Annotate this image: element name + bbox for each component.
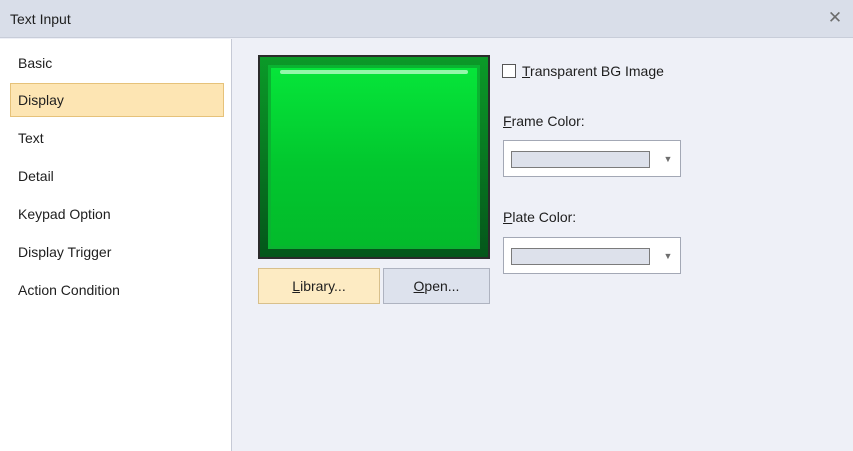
library-label: ibrary...: [300, 278, 346, 294]
preview-frame: [260, 57, 488, 257]
frame-color-mnemonic: F: [503, 113, 512, 129]
chevron-down-icon[interactable]: ▼: [656, 141, 680, 176]
sidebar-item-action-condition[interactable]: Action Condition: [10, 273, 224, 307]
sidebar-item-keypad-option[interactable]: Keypad Option: [10, 197, 224, 231]
frame-color-swatch: [511, 151, 650, 168]
transparent-bg-text: ransparent BG Image: [530, 63, 664, 79]
transparent-bg-checkbox[interactable]: [502, 64, 516, 78]
frame-color-dropdown[interactable]: ▼: [503, 140, 681, 177]
sidebar-item-display[interactable]: Display: [10, 83, 224, 117]
plate-color-mnemonic: P: [503, 209, 513, 225]
frame-color-text: rame Color:: [511, 113, 585, 129]
library-button[interactable]: Library...: [258, 268, 380, 304]
window-title: Text Input: [10, 11, 71, 27]
sidebar-item-basic[interactable]: Basic: [10, 46, 224, 80]
transparent-bg-mnemonic: T: [522, 63, 531, 79]
sidebar-item-display-trigger[interactable]: Display Trigger: [10, 235, 224, 269]
chevron-down-icon[interactable]: ▼: [656, 238, 680, 273]
title-bar: Text Input ✕: [0, 0, 853, 38]
plate-color-swatch: [511, 248, 650, 265]
sidebar-item-detail[interactable]: Detail: [10, 159, 224, 193]
plate-color-text: late Color:: [512, 209, 577, 225]
transparent-bg-row[interactable]: Transparent BG Image: [502, 63, 664, 79]
open-button[interactable]: Open...: [383, 268, 490, 304]
library-mnemonic: L: [292, 278, 301, 294]
image-preview: [258, 55, 490, 259]
sidebar: Basic Display Text Detail Keypad Option …: [0, 39, 232, 451]
frame-color-label: Frame Color:: [503, 113, 585, 129]
transparent-bg-label: Transparent BG Image: [522, 63, 664, 79]
plate-color-dropdown[interactable]: ▼: [503, 237, 681, 274]
preview-highlight: [280, 70, 468, 74]
close-icon[interactable]: ✕: [823, 6, 847, 30]
open-label: pen...: [424, 278, 460, 294]
plate-color-label: Plate Color:: [503, 209, 576, 225]
open-mnemonic: O: [413, 278, 425, 294]
sidebar-item-text[interactable]: Text: [10, 121, 224, 155]
preview-plate: [268, 65, 480, 249]
